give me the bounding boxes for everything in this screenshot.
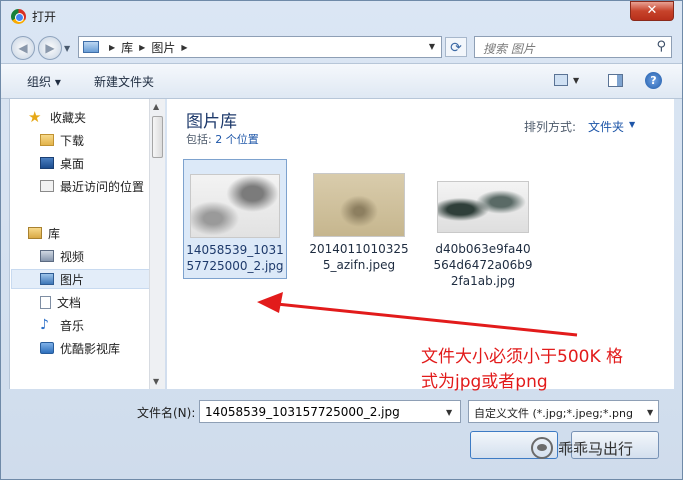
sidebar-scrollbar[interactable]: ▲ ▼ xyxy=(149,99,165,389)
navigation-pane: ★ 收藏夹 下载 桌面 最近访问的位置 库 视频 图片 文档 ♪ 音乐 优酷影视… xyxy=(9,99,165,389)
arrow-shaft xyxy=(266,301,578,337)
search-box[interactable]: 搜索 图片 ⚲ xyxy=(474,36,672,58)
sidebar-item-label: 库 xyxy=(48,226,61,241)
videos-icon xyxy=(40,250,54,262)
breadcrumb-library[interactable]: 库 xyxy=(121,39,133,56)
chevron-right-icon[interactable]: ▶ xyxy=(109,43,115,52)
recent-pages-dropdown-icon[interactable]: ▼ xyxy=(64,44,70,53)
file-type-select[interactable]: 自定义文件 (*.jpg;*.jpeg;*.png xyxy=(468,400,659,423)
sidebar-item-label: 收藏夹 xyxy=(50,110,87,125)
sidebar-item-label: 音乐 xyxy=(60,318,85,333)
documents-icon xyxy=(40,295,51,309)
sidebar-item-label: 最近访问的位置 xyxy=(60,179,145,194)
sidebar-item-label: 图片 xyxy=(60,272,85,287)
desktop-icon xyxy=(40,157,54,169)
chevron-right-icon[interactable]: ▶ xyxy=(181,43,187,52)
watermark: 乖乖马出行 xyxy=(531,437,633,459)
music-note-icon: ♪ xyxy=(40,317,49,333)
library-icon xyxy=(83,41,99,53)
sidebar-item-label: 桌面 xyxy=(60,156,85,171)
filename-dropdown-icon[interactable]: ▼ xyxy=(446,408,452,417)
youku-library-icon xyxy=(40,342,54,354)
command-toolbar: 组织 ▾ 新建文件夹 ▼ ? xyxy=(1,63,682,99)
sidebar-item-label: 下载 xyxy=(60,133,85,148)
sidebar-item-favorites[interactable]: ★ 收藏夹 xyxy=(28,107,168,127)
open-file-dialog: 打开 ✕ ◀ ▶ ▼ ▶ 库 ▶ 图片 ▶ ▼ ⟳ 搜索 图片 ⚲ 组织 ▾ 新… xyxy=(0,0,683,480)
annotation-line: 式为jpg或者png xyxy=(421,372,548,392)
scrollbar-thumb[interactable] xyxy=(152,116,163,158)
close-button[interactable]: ✕ xyxy=(630,1,674,21)
sidebar-item-label: 文档 xyxy=(57,295,82,310)
wechat-logo-icon xyxy=(531,437,553,459)
annotation-text: 文件大小必须小于500K 格 式为jpg或者png xyxy=(421,345,623,395)
help-icon[interactable]: ? xyxy=(645,72,662,89)
filename-input[interactable] xyxy=(199,400,461,423)
refresh-icon[interactable]: ⟳ xyxy=(445,37,467,57)
filename-label: 文件名(N): xyxy=(137,406,196,420)
watermark-text: 乖乖马出行 xyxy=(558,439,634,458)
dialog-footer: 文件名(N): ▼ 自定义文件 (*.jpg;*.jpeg;*.png ▼ xyxy=(1,389,682,479)
preview-pane-icon[interactable] xyxy=(608,74,623,87)
pictures-icon xyxy=(40,273,54,285)
breadcrumb-pictures[interactable]: 图片 xyxy=(151,39,175,56)
window-title: 打开 xyxy=(32,10,57,24)
chrome-icon xyxy=(11,9,26,24)
view-dropdown-icon[interactable]: ▼ xyxy=(573,76,579,85)
address-dropdown-icon[interactable]: ▼ xyxy=(429,42,435,51)
change-view-icon[interactable] xyxy=(554,74,568,86)
scroll-down-icon[interactable]: ▼ xyxy=(153,377,159,386)
new-folder-button[interactable]: 新建文件夹 xyxy=(94,73,154,90)
search-icon[interactable]: ⚲ xyxy=(656,39,666,54)
title-bar: 打开 ✕ xyxy=(1,1,682,31)
file-type-dropdown-icon[interactable]: ▼ xyxy=(647,408,653,417)
scroll-up-icon[interactable]: ▲ xyxy=(153,102,159,111)
chevron-right-icon[interactable]: ▶ xyxy=(139,43,145,52)
sidebar-item-libraries[interactable]: 库 xyxy=(28,223,168,243)
star-icon: ★ xyxy=(28,108,42,126)
forward-button[interactable]: ▶ xyxy=(38,36,62,60)
recent-places-icon xyxy=(40,180,54,192)
navigation-bar: ◀ ▶ ▼ ▶ 库 ▶ 图片 ▶ ▼ ⟳ 搜索 图片 ⚲ xyxy=(1,31,682,63)
arrow-head xyxy=(257,292,283,313)
back-button[interactable]: ◀ xyxy=(11,36,35,60)
search-input[interactable]: 搜索 图片 xyxy=(483,40,535,57)
sidebar-item-label: 视频 xyxy=(60,249,85,264)
organize-button[interactable]: 组织 ▾ xyxy=(27,73,61,90)
sidebar-item-pictures[interactable]: 图片 xyxy=(11,269,150,289)
address-bar[interactable]: ▶ 库 ▶ 图片 ▶ ▼ xyxy=(78,36,442,58)
annotation-line: 文件大小必须小于500K 格 xyxy=(421,347,623,367)
sidebar-item-label: 优酷影视库 xyxy=(60,341,121,356)
downloads-folder-icon xyxy=(40,134,54,146)
library-folder-icon xyxy=(28,227,42,239)
